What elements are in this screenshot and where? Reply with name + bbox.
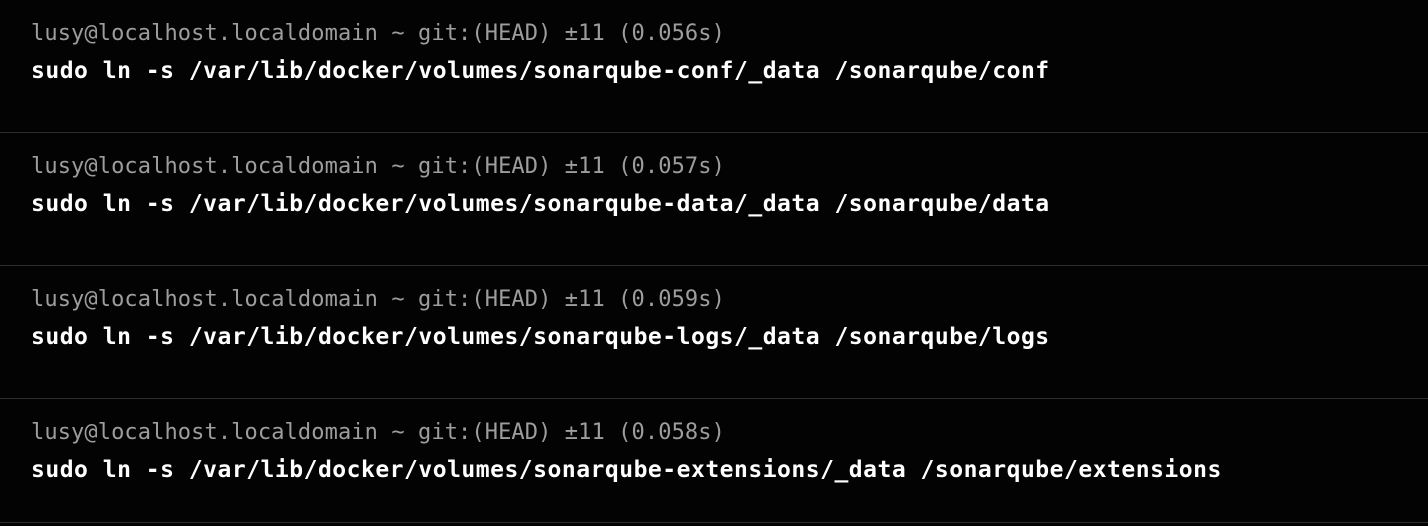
prompt-line: lusy@localhost.localdomain ~ git:(HEAD) … [31,420,725,445]
prompt-line: lusy@localhost.localdomain ~ git:(HEAD) … [31,287,725,312]
command-text[interactable]: sudo ln -s /var/lib/docker/volumes/sonar… [31,56,1050,86]
terminal-output: lusy@localhost.localdomain ~ git:(HEAD) … [0,0,1428,526]
command-block[interactable]: lusy@localhost.localdomain ~ git:(HEAD) … [0,133,1428,266]
command-block[interactable]: lusy@localhost.localdomain ~ git:(HEAD) … [0,266,1428,399]
command-block[interactable]: lusy@localhost.localdomain ~ git:(HEAD) … [0,399,1428,523]
command-text[interactable]: sudo ln -s /var/lib/docker/volumes/sonar… [31,455,1222,485]
command-text[interactable]: sudo ln -s /var/lib/docker/volumes/sonar… [31,322,1050,352]
prompt-line: lusy@localhost.localdomain ~ git:(HEAD) … [31,154,725,179]
prompt-line: lusy@localhost.localdomain ~ git:(HEAD) … [31,21,725,46]
command-block[interactable]: lusy@localhost.localdomain ~ git:(HEAD) … [0,0,1428,133]
command-text[interactable]: sudo ln -s /var/lib/docker/volumes/sonar… [31,189,1050,219]
